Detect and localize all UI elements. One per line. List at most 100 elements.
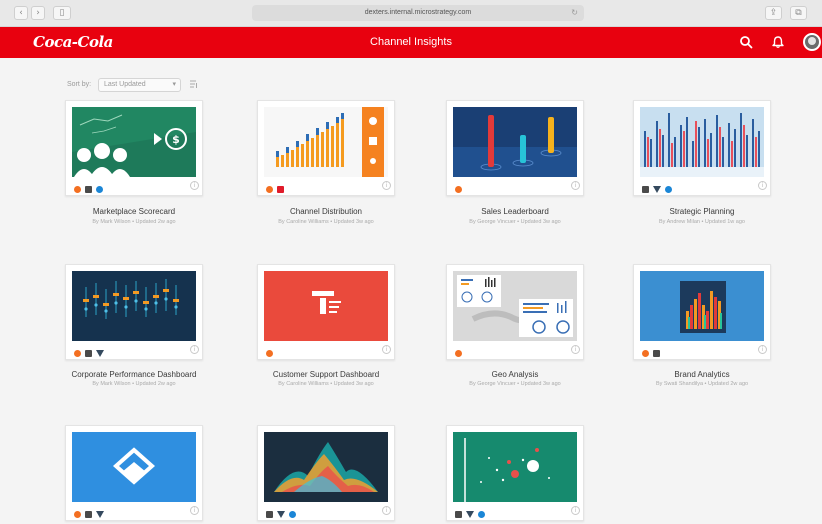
filter-icon <box>96 511 104 519</box>
card-thumbnail <box>264 432 388 502</box>
card-title[interactable]: Geo Analysis <box>435 370 595 379</box>
grid-icon <box>85 350 92 358</box>
info-icon[interactable]: i <box>190 181 199 190</box>
search-icon[interactable] <box>739 35 753 49</box>
card-title[interactable]: Brand Analytics <box>622 370 782 379</box>
card-badges <box>74 345 108 358</box>
chevron-down-icon: ▾ <box>172 81 176 88</box>
card-badges <box>266 506 300 519</box>
card-subtitle: By Mark Wilson • Updated 2w ago <box>92 219 176 225</box>
card-subtitle: By George Vincuer • Updated 3w ago <box>469 381 561 387</box>
info-icon[interactable]: i <box>571 506 580 515</box>
grid-icon <box>266 511 273 519</box>
card-title[interactable]: Strategic Planning <box>622 207 782 216</box>
card-subtitle: By Mark Wilson • Updated 2w ago <box>92 381 176 387</box>
card-subtitle: By Andrew Milan • Updated 1w ago <box>658 219 745 225</box>
dossier-card[interactable]: i <box>65 264 203 360</box>
card-thumbnail <box>453 271 577 341</box>
reload-icon[interactable]: ↻ <box>571 5 578 21</box>
card-badges <box>266 345 277 358</box>
card-badges <box>74 181 107 194</box>
avatar[interactable] <box>803 33 821 51</box>
card-badges <box>74 506 108 519</box>
bell-icon[interactable] <box>771 35 785 49</box>
card-badges <box>455 345 466 358</box>
card-thumbnail <box>72 271 196 341</box>
card-thumbnail <box>640 271 764 341</box>
card-title[interactable]: Channel Distribution <box>246 207 406 216</box>
sort-selected-value: Last Updated <box>104 81 146 88</box>
grid-icon <box>455 511 462 519</box>
info-icon[interactable]: i <box>382 345 391 354</box>
status-dot-icon <box>665 186 672 194</box>
grid-icon <box>653 350 660 358</box>
card-thumbnail <box>72 432 196 502</box>
browser-toolbar: ‹ › ▯ dexters.internal.microstrategy.com… <box>0 0 822 27</box>
card-thumbnail: $ <box>72 107 196 177</box>
grid-icon <box>85 186 92 194</box>
tabs-button[interactable]: ⧉ <box>790 6 807 20</box>
dossier-card[interactable]: i <box>633 100 771 196</box>
dossier-card[interactable]: i <box>446 425 584 521</box>
page-title: Channel Insights <box>370 36 452 48</box>
document-type-icon <box>74 511 81 519</box>
dossier-card[interactable]: i <box>257 100 395 196</box>
dossier-card[interactable]: i <box>633 264 771 360</box>
card-badges <box>642 181 676 194</box>
document-type-icon <box>455 350 462 358</box>
dossier-card[interactable]: i <box>257 264 395 360</box>
info-icon[interactable]: i <box>190 506 199 515</box>
share-button[interactable]: ⇪ <box>765 6 782 20</box>
info-icon[interactable]: i <box>382 181 391 190</box>
sidebar-toggle-button[interactable]: ▯ <box>53 6 71 20</box>
card-badges <box>455 181 466 194</box>
sort-order-icon[interactable] <box>188 79 198 89</box>
grid-icon <box>642 186 649 194</box>
card-title[interactable]: Customer Support Dashboard <box>246 370 406 379</box>
dossier-card[interactable]: $ i <box>65 100 203 196</box>
card-badges <box>455 506 489 519</box>
address-bar[interactable]: dexters.internal.microstrategy.com ↻ <box>252 5 584 21</box>
card-badges <box>266 181 288 194</box>
filter-icon <box>466 511 474 519</box>
card-subtitle: By Swati Shandilya • Updated 2w ago <box>655 381 749 387</box>
sort-label: Sort by: <box>67 81 92 88</box>
chart-type-icon <box>277 186 284 194</box>
url-text: dexters.internal.microstrategy.com <box>364 9 472 16</box>
card-subtitle: By Caroline Williams • Updated 3w ago <box>278 381 374 387</box>
card-subtitle: By George Vincuer • Updated 3w ago <box>469 219 561 225</box>
card-title[interactable]: Sales Leaderboard <box>435 207 595 216</box>
info-icon[interactable]: i <box>758 181 767 190</box>
app-header: Coca-Cola Channel Insights <box>0 27 822 58</box>
filter-icon <box>96 350 104 358</box>
info-icon[interactable]: i <box>758 345 767 354</box>
document-type-icon <box>266 186 273 194</box>
document-type-icon <box>266 350 273 358</box>
status-dot-icon <box>478 511 485 519</box>
document-type-icon <box>642 350 649 358</box>
info-icon[interactable]: i <box>190 345 199 354</box>
card-title[interactable]: Marketplace Scorecard <box>54 207 214 216</box>
filter-icon <box>653 186 661 194</box>
dossier-card[interactable]: i <box>446 264 584 360</box>
status-dot-icon <box>289 511 296 519</box>
card-subtitle: By Caroline Williams • Updated 3w ago <box>278 219 374 225</box>
info-icon[interactable]: i <box>571 181 580 190</box>
card-thumbnail <box>640 107 764 177</box>
card-title[interactable]: Corporate Performance Dashboard <box>54 370 214 379</box>
document-type-icon <box>74 350 81 358</box>
card-thumbnail <box>453 432 577 502</box>
dossier-card[interactable]: i <box>446 100 584 196</box>
svg-text:$: $ <box>172 133 180 146</box>
card-thumbnail <box>453 107 577 177</box>
dossier-card[interactable]: i <box>65 425 203 521</box>
filter-icon <box>277 511 285 519</box>
info-icon[interactable]: i <box>571 345 580 354</box>
back-button[interactable]: ‹ <box>14 6 28 20</box>
document-type-icon <box>74 186 81 194</box>
dossier-card[interactable]: i <box>257 425 395 521</box>
forward-button[interactable]: › <box>31 6 45 20</box>
info-icon[interactable]: i <box>382 506 391 515</box>
sort-select[interactable]: Last Updated ▾ <box>98 78 181 92</box>
grid-icon <box>85 511 92 519</box>
